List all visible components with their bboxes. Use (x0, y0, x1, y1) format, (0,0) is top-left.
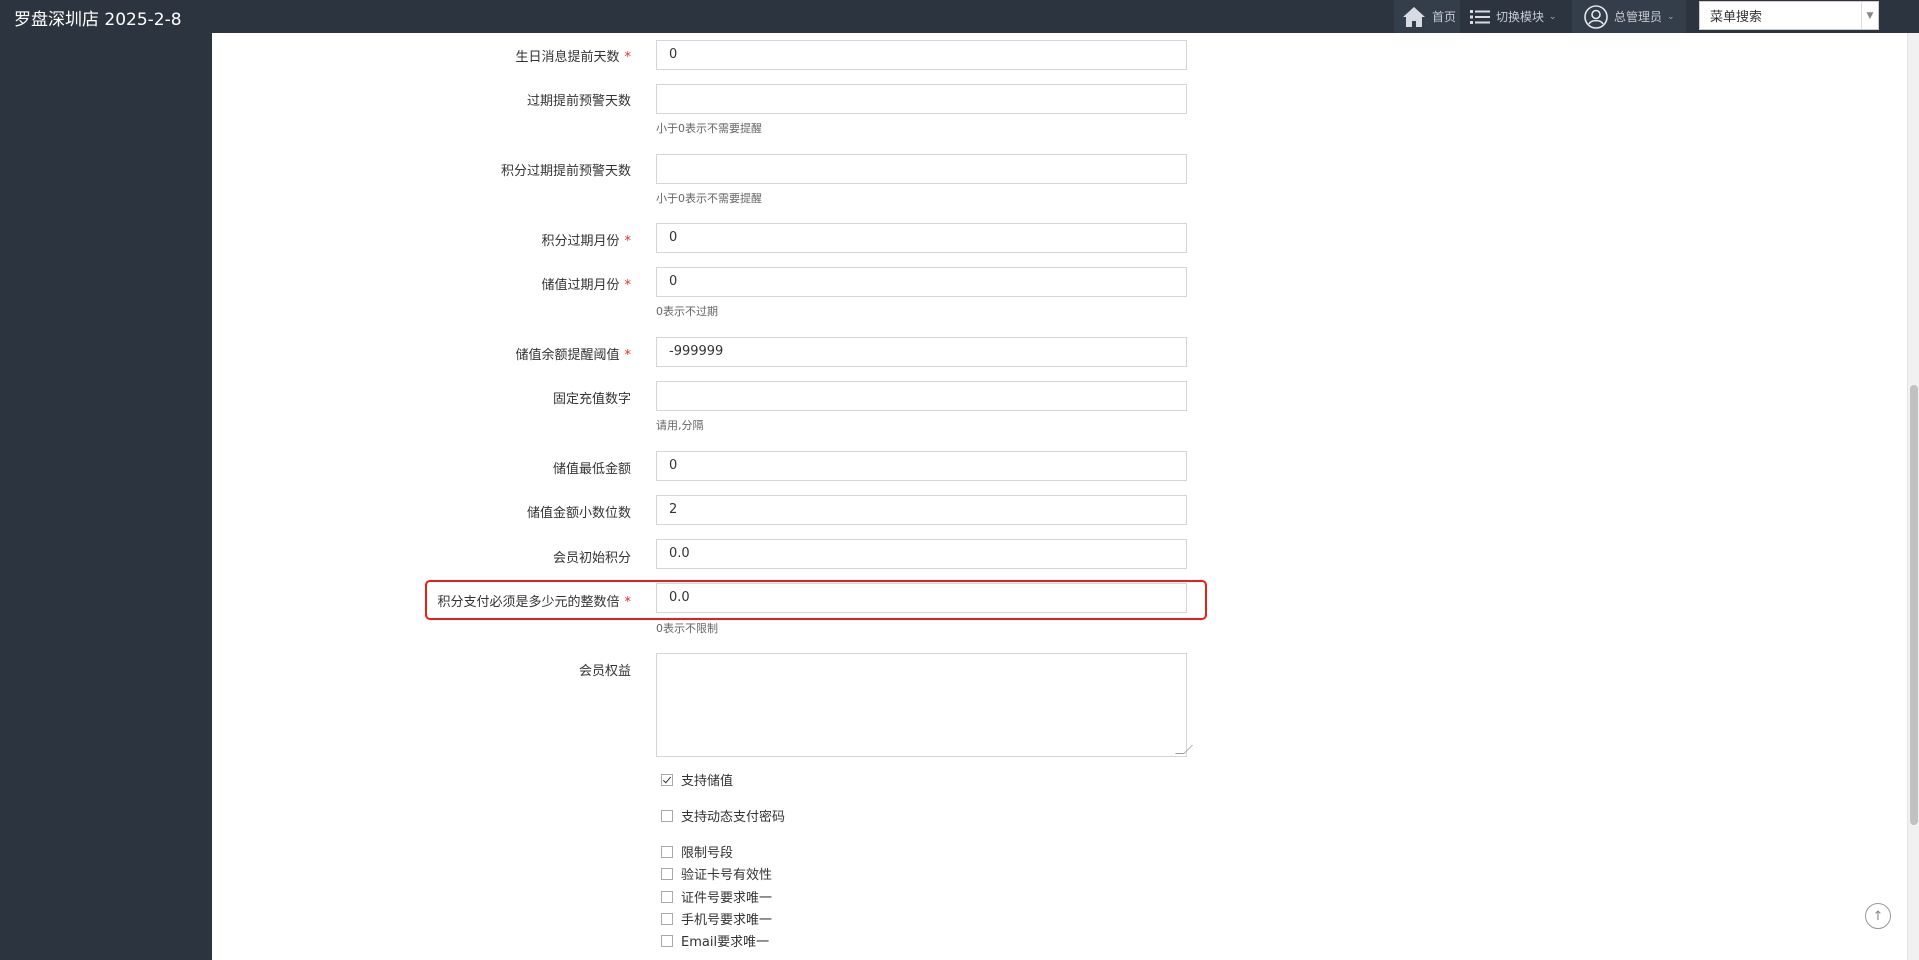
required-mark: * (624, 50, 632, 65)
min-stored-amount-input[interactable]: 0 (656, 451, 1187, 481)
switch-module-menu[interactable]: 切换模块 ⌄ (1470, 0, 1557, 33)
required-mark: * (624, 234, 632, 249)
highlight-box (425, 580, 1207, 620)
check-unique-phone[interactable]: 手机号要求唯一 (661, 909, 772, 928)
member-rights-textarea[interactable] (656, 653, 1193, 757)
check-unique-email[interactable]: Email要求唯一 (661, 931, 769, 950)
check-label: 限制号段 (681, 846, 734, 861)
checkbox[interactable] (661, 912, 673, 925)
points-expire-months-input[interactable]: 0 (656, 223, 1187, 253)
admin-user-menu[interactable]: 总管理员 ⌄ (1572, 0, 1686, 33)
points-multiple-help: 0表示不限制 (656, 622, 718, 635)
check-label: 手机号要求唯一 (681, 913, 773, 928)
check-support-stored[interactable]: 支持储值 (661, 770, 733, 789)
birthday-days-input[interactable]: 0 (656, 40, 1187, 70)
balance-threshold-input[interactable]: -999999 (656, 337, 1187, 367)
points-expire-warn-days-input[interactable] (656, 154, 1187, 184)
balance-threshold-label: 储值余额提醒阈值 * (211, 344, 631, 363)
label-text: 储值余额提醒阈值 (515, 348, 620, 363)
checkbox[interactable] (661, 890, 673, 903)
fixed-recharge-help: 请用,分隔 (656, 419, 704, 432)
fixed-recharge-label: 固定充值数字 (552, 392, 631, 407)
initial-points-label: 会员初始积分 (552, 551, 631, 566)
checkbox[interactable] (661, 934, 673, 947)
check-verify-card[interactable]: 验证卡号有效性 (661, 864, 772, 883)
check-label: Email要求唯一 (681, 935, 770, 950)
menu-search-select[interactable]: 菜单搜索 ▼ (1699, 1, 1879, 30)
decimal-places-label: 储值金额小数位数 (526, 506, 631, 521)
menu-search-value: 菜单搜索 (1710, 10, 1763, 25)
expire-warn-days-label: 过期提前预警天数 (526, 94, 631, 109)
checkbox[interactable] (661, 867, 673, 880)
decimal-places-input[interactable]: 2 (656, 495, 1187, 525)
checkbox[interactable] (661, 809, 673, 822)
label-text: 储值过期月份 (541, 278, 620, 293)
chevron-down-icon: ⌄ (1667, 11, 1675, 22)
expire-warn-days-help: 小于0表示不需要提醒 (656, 122, 762, 135)
switch-module-label: 切换模块 (1496, 10, 1545, 24)
app-title: 罗盘深圳店 2025-2-8 (14, 10, 182, 30)
stored-expire-months-label: 储值过期月份 * (211, 274, 631, 293)
points-expire-warn-days-help: 小于0表示不需要提醒 (656, 192, 762, 205)
page-scrollbar[interactable] (1907, 33, 1919, 960)
check-label: 验证卡号有效性 (681, 868, 773, 883)
admin-label: 总管理员 (1614, 10, 1663, 24)
checkbox[interactable] (661, 845, 673, 858)
scroll-thumb[interactable] (1910, 385, 1918, 825)
list-icon (1470, 9, 1490, 24)
required-mark: * (624, 278, 632, 293)
home-icon (1403, 6, 1425, 27)
dropdown-arrow-icon[interactable]: ▼ (1861, 2, 1878, 29)
top-navbar: 罗盘深圳店 2025-2-8 首页 切换模块 ⌄ 总管理员 ⌄ 菜单搜索 ▼ (0, 0, 1919, 33)
check-limit-segment[interactable]: 限制号段 (661, 842, 733, 861)
min-stored-amount-label: 储值最低金额 (552, 462, 631, 477)
sidebar (0, 33, 212, 960)
label-text: 生日消息提前天数 (515, 50, 620, 65)
user-avatar-icon (1584, 4, 1608, 29)
check-label: 证件号要求唯一 (681, 891, 773, 906)
points-expire-months-label: 积分过期月份 * (211, 230, 631, 249)
check-dynamic-password[interactable]: 支持动态支付密码 (661, 806, 785, 825)
check-label: 支持动态支付密码 (681, 810, 786, 825)
home-link[interactable]: 首页 (1394, 0, 1460, 33)
back-to-top-icon[interactable]: ↑ (1865, 903, 1891, 929)
fixed-recharge-input[interactable] (656, 381, 1187, 411)
label-text: 积分过期月份 (541, 234, 620, 249)
stored-expire-months-help: 0表示不过期 (656, 305, 718, 318)
required-mark: * (624, 348, 632, 363)
checkbox-checked[interactable] (661, 773, 673, 786)
home-label: 首页 (1432, 10, 1457, 24)
stored-expire-months-input[interactable]: 0 (656, 267, 1187, 297)
check-label: 支持储值 (681, 774, 734, 789)
initial-points-input[interactable]: 0.0 (656, 539, 1187, 569)
birthday-days-label: 生日消息提前天数 * (211, 46, 631, 65)
expire-warn-days-input[interactable] (656, 84, 1187, 114)
member-rights-label: 会员权益 (578, 664, 631, 679)
points-expire-warn-days-label: 积分过期提前预警天数 (500, 164, 631, 179)
check-unique-id[interactable]: 证件号要求唯一 (661, 887, 772, 906)
chevron-down-icon: ⌄ (1549, 11, 1557, 22)
